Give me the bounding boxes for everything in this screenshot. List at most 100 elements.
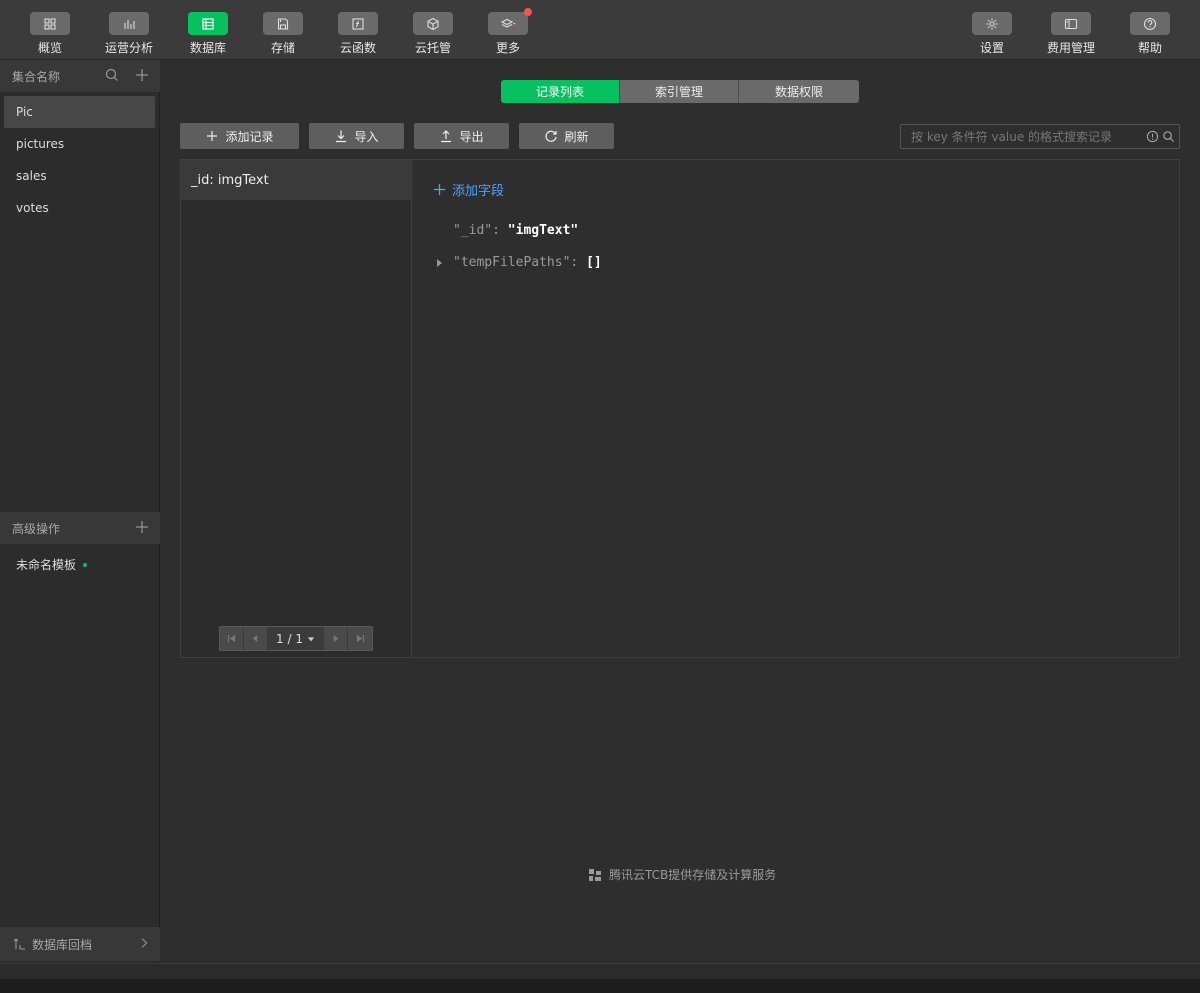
advanced-header: 高级操作 xyxy=(0,512,160,544)
notification-dot xyxy=(524,8,532,16)
refresh-button[interactable]: 刷新 xyxy=(519,123,614,149)
search-input[interactable] xyxy=(911,129,1146,144)
toolbar-storage[interactable]: 存储 xyxy=(263,0,303,60)
last-page-icon xyxy=(356,634,364,643)
collection-label: Pic xyxy=(16,105,33,119)
record-detail: 添加字段 "_id": "imgText" "tempFilePaths": [… xyxy=(413,160,1179,657)
bar-chart-icon xyxy=(109,12,149,35)
record-panel: _id: imgText 1 / 1 添加字段 "_id": "imgText… xyxy=(180,159,1180,658)
toolbar-cloud-function[interactable]: 云函数 xyxy=(338,0,378,60)
collection-item-pictures[interactable]: pictures xyxy=(4,128,155,160)
json-value: "imgText" xyxy=(507,223,579,238)
toolbar-label: 设置 xyxy=(979,41,1004,55)
toolbar-label: 存储 xyxy=(270,41,295,55)
record-label: _id: imgText xyxy=(191,172,269,188)
tab-data-permissions[interactable]: 数据权限 xyxy=(739,80,859,103)
json-field-tempfilepaths[interactable]: "tempFilePaths": [] xyxy=(437,255,602,270)
toolbar-more[interactable]: 更多 xyxy=(488,0,532,60)
record-list: _id: imgText 1 / 1 xyxy=(181,160,412,657)
pagination: 1 / 1 xyxy=(219,626,373,651)
import-button[interactable]: 导入 xyxy=(309,123,404,149)
template-item[interactable]: 未命名模板 xyxy=(16,556,88,573)
json-field-id[interactable]: "_id": "imgText" xyxy=(453,223,578,238)
toolbar-label: 运营分析 xyxy=(105,41,154,55)
collection-label: pictures xyxy=(16,137,65,151)
first-page-icon xyxy=(227,634,236,643)
info-icon[interactable] xyxy=(1146,130,1159,143)
storage-icon xyxy=(263,12,303,35)
json-colon: : xyxy=(492,223,508,238)
toolbar-help[interactable]: 帮助 xyxy=(1130,0,1170,60)
toolbar-overview[interactable]: 概览 xyxy=(30,0,70,60)
add-template-icon[interactable] xyxy=(134,519,150,535)
next-page-button[interactable] xyxy=(324,627,349,650)
powered-by-text: 腾讯云TCB提供存储及计算服务 xyxy=(609,868,777,882)
layers-icon xyxy=(488,8,532,35)
json-key: "tempFilePaths" xyxy=(453,255,571,270)
tab-index-management[interactable]: 索引管理 xyxy=(620,80,739,103)
toolbar-label: 概览 xyxy=(37,41,62,55)
prev-page-button[interactable] xyxy=(243,627,268,650)
search-icon[interactable] xyxy=(1162,130,1175,143)
db-tabs: 记录列表 索引管理 数据权限 xyxy=(501,80,859,103)
database-icon xyxy=(188,12,228,35)
chevron-right-icon xyxy=(141,938,148,948)
expand-arrow-icon[interactable] xyxy=(437,259,442,267)
sort-icon xyxy=(13,938,25,950)
collection-item-sales[interactable]: sales xyxy=(4,160,155,192)
toolbar-label: 帮助 xyxy=(1137,41,1162,55)
toolbar-cloud-hosting[interactable]: 云托管 xyxy=(413,0,453,60)
add-field-label: 添加字段 xyxy=(452,184,505,199)
refresh-icon xyxy=(546,130,558,142)
collection-item-pic[interactable]: Pic xyxy=(4,96,155,128)
tencent-cloud-logo-icon xyxy=(589,868,601,881)
tab-record-list[interactable]: 记录列表 xyxy=(501,80,620,103)
caret-down-icon xyxy=(307,636,315,641)
toolbar-settings[interactable]: 设置 xyxy=(972,0,1012,60)
add-field-button[interactable]: 添加字段 xyxy=(433,180,504,199)
first-page-button[interactable] xyxy=(220,627,244,650)
toolbar-label: 费用管理 xyxy=(1047,41,1096,55)
download-icon xyxy=(336,130,347,143)
gear-icon xyxy=(972,12,1012,35)
cube-icon xyxy=(413,12,453,35)
page-selector[interactable]: 1 / 1 xyxy=(267,627,325,650)
advanced-header-label: 高级操作 xyxy=(12,521,61,536)
template-label: 未命名模板 xyxy=(16,558,77,572)
refresh-label: 刷新 xyxy=(564,129,589,144)
billing-icon xyxy=(1051,12,1091,35)
top-toolbar: 概览 运营分析 数据库 存储 云函数 云托管 更多 设置 费用管理 帮助 xyxy=(0,0,1200,60)
function-icon xyxy=(338,12,378,35)
record-search xyxy=(900,124,1180,149)
json-value: [] xyxy=(586,255,602,270)
devtools-cloud-console: 概览 运营分析 数据库 存储 云函数 云托管 更多 设置 费用管理 帮助 集合名… xyxy=(0,0,1200,993)
export-button[interactable]: 导出 xyxy=(414,123,509,149)
upload-icon xyxy=(441,130,452,143)
json-colon: : xyxy=(570,255,587,270)
plus-icon xyxy=(433,183,446,196)
prev-page-icon xyxy=(252,634,258,643)
toolbar-analytics[interactable]: 运营分析 xyxy=(105,0,153,60)
collections-header: 集合名称 xyxy=(0,60,160,92)
record-item[interactable]: _id: imgText xyxy=(181,160,411,200)
plus-icon xyxy=(207,131,218,141)
last-page-button[interactable] xyxy=(348,627,372,650)
toolbar-label: 云托管 xyxy=(414,41,451,55)
os-taskbar xyxy=(0,979,1200,993)
collection-item-votes[interactable]: votes xyxy=(4,192,155,224)
toolbar-billing[interactable]: 费用管理 xyxy=(1047,0,1095,60)
collection-label: votes xyxy=(16,201,49,215)
search-icon[interactable] xyxy=(104,67,120,83)
import-label: 导入 xyxy=(354,129,379,144)
add-collection-icon[interactable] xyxy=(134,67,150,83)
status-bar xyxy=(0,963,1200,979)
toolbar-database[interactable]: 数据库 xyxy=(188,0,228,60)
collection-sidebar: 集合名称 Pic pictures sales votes 高级操作 未命名模板… xyxy=(0,60,160,963)
toolbar-label: 云函数 xyxy=(339,41,376,55)
help-icon xyxy=(1130,12,1170,35)
add-record-button[interactable]: 添加记录 xyxy=(180,123,299,149)
powered-by-note: 腾讯云TCB提供存储及计算服务 xyxy=(587,866,776,883)
export-label: 导出 xyxy=(459,129,484,144)
toolbar-label: 更多 xyxy=(495,41,520,55)
database-rollback-button[interactable]: 数据库回档 xyxy=(0,927,160,961)
